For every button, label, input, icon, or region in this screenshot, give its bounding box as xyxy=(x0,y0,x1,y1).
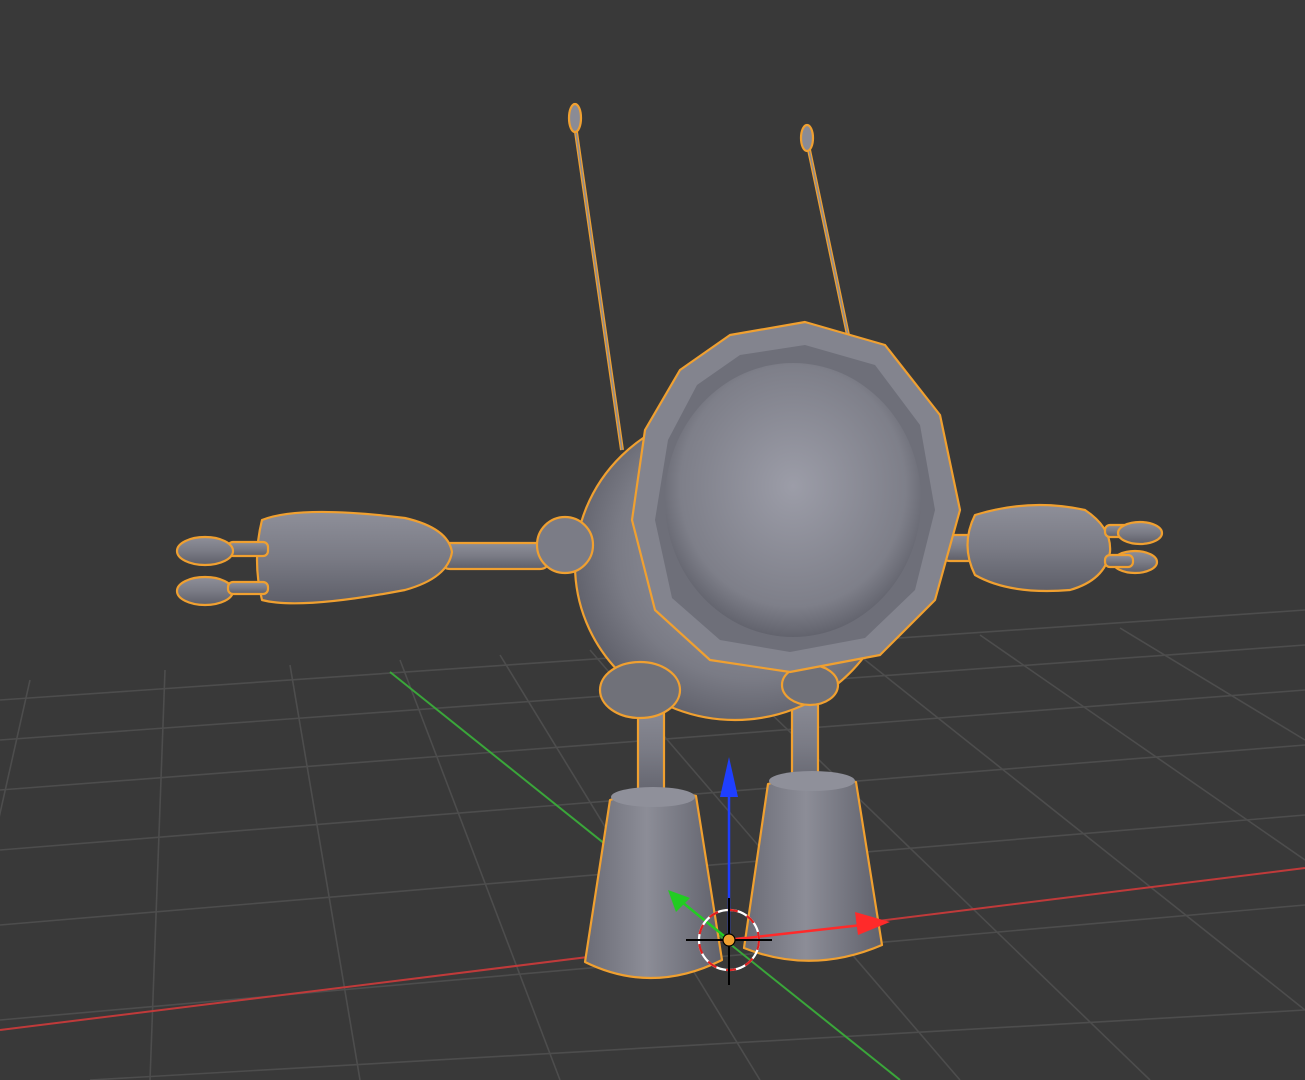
left-antenna[interactable] xyxy=(567,102,624,451)
robot-mesh[interactable] xyxy=(175,102,1164,980)
right-arm[interactable] xyxy=(938,503,1164,593)
robot-visor[interactable] xyxy=(630,320,962,674)
object-origin-icon xyxy=(722,933,736,947)
right-antenna[interactable] xyxy=(799,123,850,336)
z-arrow-icon[interactable] xyxy=(720,757,738,797)
left-arm[interactable] xyxy=(175,510,552,607)
3d-viewport[interactable] xyxy=(0,0,1305,1080)
